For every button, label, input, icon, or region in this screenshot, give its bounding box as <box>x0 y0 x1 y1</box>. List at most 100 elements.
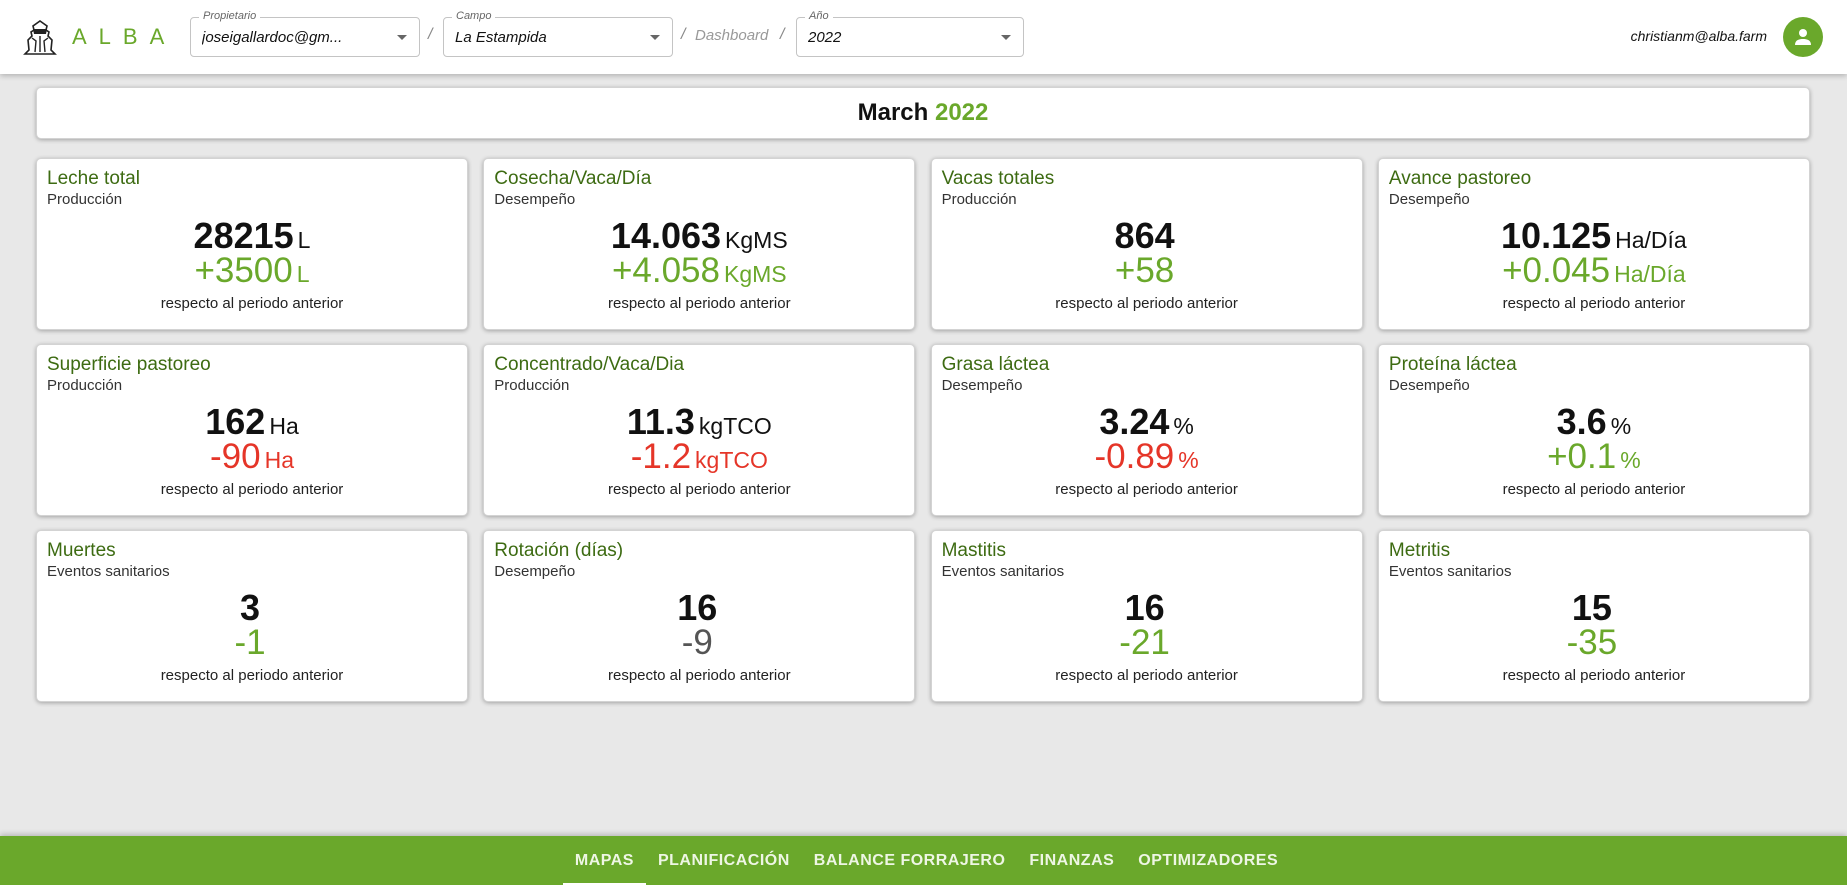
user-avatar-button[interactable] <box>1783 17 1823 57</box>
kpi-card: Proteína láctea Desempeño 3.6% +0.1% res… <box>1377 344 1810 516</box>
kpi-value: 3 <box>239 587 261 628</box>
breadcrumb-separator: / <box>428 26 433 43</box>
kpi-note: respecto al periodo anterior <box>160 667 344 684</box>
kpi-card: Cosecha/Vaca/Día Desempeño 14.063 KgMS +4… <box>483 158 916 330</box>
user-email: christianm@alba.farm <box>1630 28 1767 44</box>
kpi-note: respecto al periodo anterior <box>1055 481 1238 498</box>
kpi-grid: Leche total Producción 28215 L +3500 L res… <box>36 158 1810 702</box>
caret-down-icon <box>650 35 660 40</box>
breadcrumb-separator: / <box>681 26 686 43</box>
kpi-delta-unit: % <box>1178 447 1199 473</box>
kpi-category: Producción <box>47 377 123 394</box>
period-month: March <box>857 99 929 126</box>
kpi-note: respecto al periodo anterior <box>160 481 344 498</box>
year-select[interactable]: Año 2022 <box>796 9 1024 57</box>
kpi-delta-unit: % <box>1620 447 1641 473</box>
alba-logo-icon <box>23 20 57 55</box>
kpi-delta-unit: Ha/Día <box>1614 261 1686 287</box>
kpi-card: Grasa láctea Desempeño 3.24% -0.89% resp… <box>930 344 1363 516</box>
kpi-category: Desempeño <box>1388 377 1470 394</box>
bottom-navigation: MAPAS PLANIFICACIÓN BALANCE FORRAJERO FI… <box>0 836 1847 885</box>
kpi-category: Desempeño <box>494 563 576 580</box>
kpi-note: respecto al periodo anterior <box>1502 667 1686 684</box>
kpi-title: Superficie pastoreo <box>47 354 211 375</box>
kpi-delta: +0.045 <box>1502 251 1611 290</box>
kpi-card: Metritis Eventos sanitarios 15 -35 respe… <box>1377 530 1810 702</box>
alba-logo[interactable]: ALBA <box>22 18 176 56</box>
kpi-value: 11.3 <box>626 401 695 442</box>
owner-select-value: joseigallardoc@gm... <box>202 29 343 46</box>
kpi-category: Eventos sanitarios <box>1388 563 1512 580</box>
kpi-delta: -21 <box>1119 623 1170 662</box>
breadcrumb-separator: / <box>780 26 785 43</box>
kpi-card: Concentrado/Vaca/Dia Producción 11.3 kgTC… <box>483 344 916 516</box>
kpi-title: Proteína láctea <box>1388 354 1517 375</box>
kpi-delta: +3500 <box>194 251 293 290</box>
kpi-value: 3.6 <box>1556 401 1607 442</box>
kpi-category: Eventos sanitarios <box>941 563 1065 580</box>
nav-item-balance-forrajero[interactable]: BALANCE FORRAJERO <box>802 836 1018 885</box>
year-select-label: Año <box>805 9 833 23</box>
farm-select-value: La Estampida <box>455 29 547 46</box>
kpi-title: Concentrado/Vaca/Dia <box>494 354 685 375</box>
kpi-value: 28215 <box>193 215 294 256</box>
kpi-delta-unit: kgTCO <box>695 447 768 473</box>
kpi-card: Rotación (días) Desempeño 16 -9 respecto… <box>483 530 916 702</box>
farm-select[interactable]: Campo La Estampida <box>443 9 673 57</box>
nav-item-finanzas[interactable]: FINANZAS <box>1017 836 1126 885</box>
kpi-category: Desempeño <box>494 191 576 208</box>
kpi-title: Rotación (días) <box>494 540 624 561</box>
year-select-value: 2022 <box>808 29 842 46</box>
period-year: 2022 <box>934 99 989 126</box>
kpi-title: Metritis <box>1388 540 1451 561</box>
kpi-note: respecto al periodo anterior <box>1502 481 1686 498</box>
kpi-delta: -9 <box>681 623 713 662</box>
kpi-value: 14.063 <box>610 215 722 256</box>
kpi-delta: +4.058 <box>611 251 720 290</box>
farm-select-label: Campo <box>452 9 496 23</box>
kpi-note: respecto al periodo anterior <box>607 667 791 684</box>
kpi-delta: +0.1 <box>1547 437 1617 476</box>
kpi-card: Muertes Eventos sanitarios 3 -1 respecto… <box>36 530 468 702</box>
nav-item-optimizadores[interactable]: OPTIMIZADORES <box>1126 836 1290 885</box>
kpi-note: respecto al periodo anterior <box>1055 295 1238 312</box>
period-banner: March 2022 <box>36 87 1810 139</box>
kpi-title: Cosecha/Vaca/Día <box>494 168 652 189</box>
kpi-card: Mastitis Eventos sanitarios 16 -21 respe… <box>930 530 1363 702</box>
nav-item-mapas[interactable]: MAPAS <box>562 836 647 885</box>
top-app-bar: ALBA Propietario joseigallardoc@gm... / … <box>0 0 1847 74</box>
brand-name: ALBA <box>72 24 177 49</box>
kpi-note: respecto al periodo anterior <box>607 481 791 498</box>
kpi-unit: kgTCO <box>698 413 772 439</box>
caret-down-icon <box>397 35 407 40</box>
kpi-card: Avance pastoreo Desempeño 10.125 Ha/Día +… <box>1377 158 1810 330</box>
kpi-category: Producción <box>941 191 1017 208</box>
kpi-value: 16 <box>677 587 718 628</box>
nav-item-planificacion[interactable]: PLANIFICACIÓN <box>646 836 802 885</box>
kpi-unit: L <box>297 227 311 253</box>
kpi-note: respecto al periodo anterior <box>160 295 344 312</box>
kpi-value: 10.125 <box>1501 215 1612 256</box>
kpi-value: 3.24 <box>1099 401 1170 442</box>
kpi-title: Grasa láctea <box>941 354 1050 375</box>
kpi-delta: +58 <box>1114 251 1175 290</box>
person-icon <box>1795 29 1811 45</box>
kpi-title: Mastitis <box>941 540 1006 561</box>
caret-down-icon <box>1001 35 1011 40</box>
breadcrumb-dashboard[interactable]: Dashboard <box>695 27 768 44</box>
kpi-delta: -1.2 <box>630 437 692 476</box>
owner-select[interactable]: Propietario joseigallardoc@gm... <box>190 9 420 57</box>
kpi-unit: % <box>1610 413 1632 439</box>
owner-select-label: Propietario <box>199 9 261 23</box>
kpi-value: 162 <box>205 401 266 442</box>
kpi-category: Desempeño <box>941 377 1023 394</box>
kpi-delta: -1 <box>234 623 266 662</box>
kpi-delta-unit: L <box>296 261 310 287</box>
kpi-value: 864 <box>1114 215 1175 256</box>
kpi-delta: -35 <box>1566 623 1618 662</box>
kpi-category: Eventos sanitarios <box>47 563 170 580</box>
kpi-title: Vacas totales <box>941 168 1055 189</box>
kpi-category: Producción <box>494 377 570 394</box>
kpi-card: Vacas totales Producción 864 +58 respect… <box>930 158 1363 330</box>
kpi-value: 16 <box>1124 587 1165 628</box>
